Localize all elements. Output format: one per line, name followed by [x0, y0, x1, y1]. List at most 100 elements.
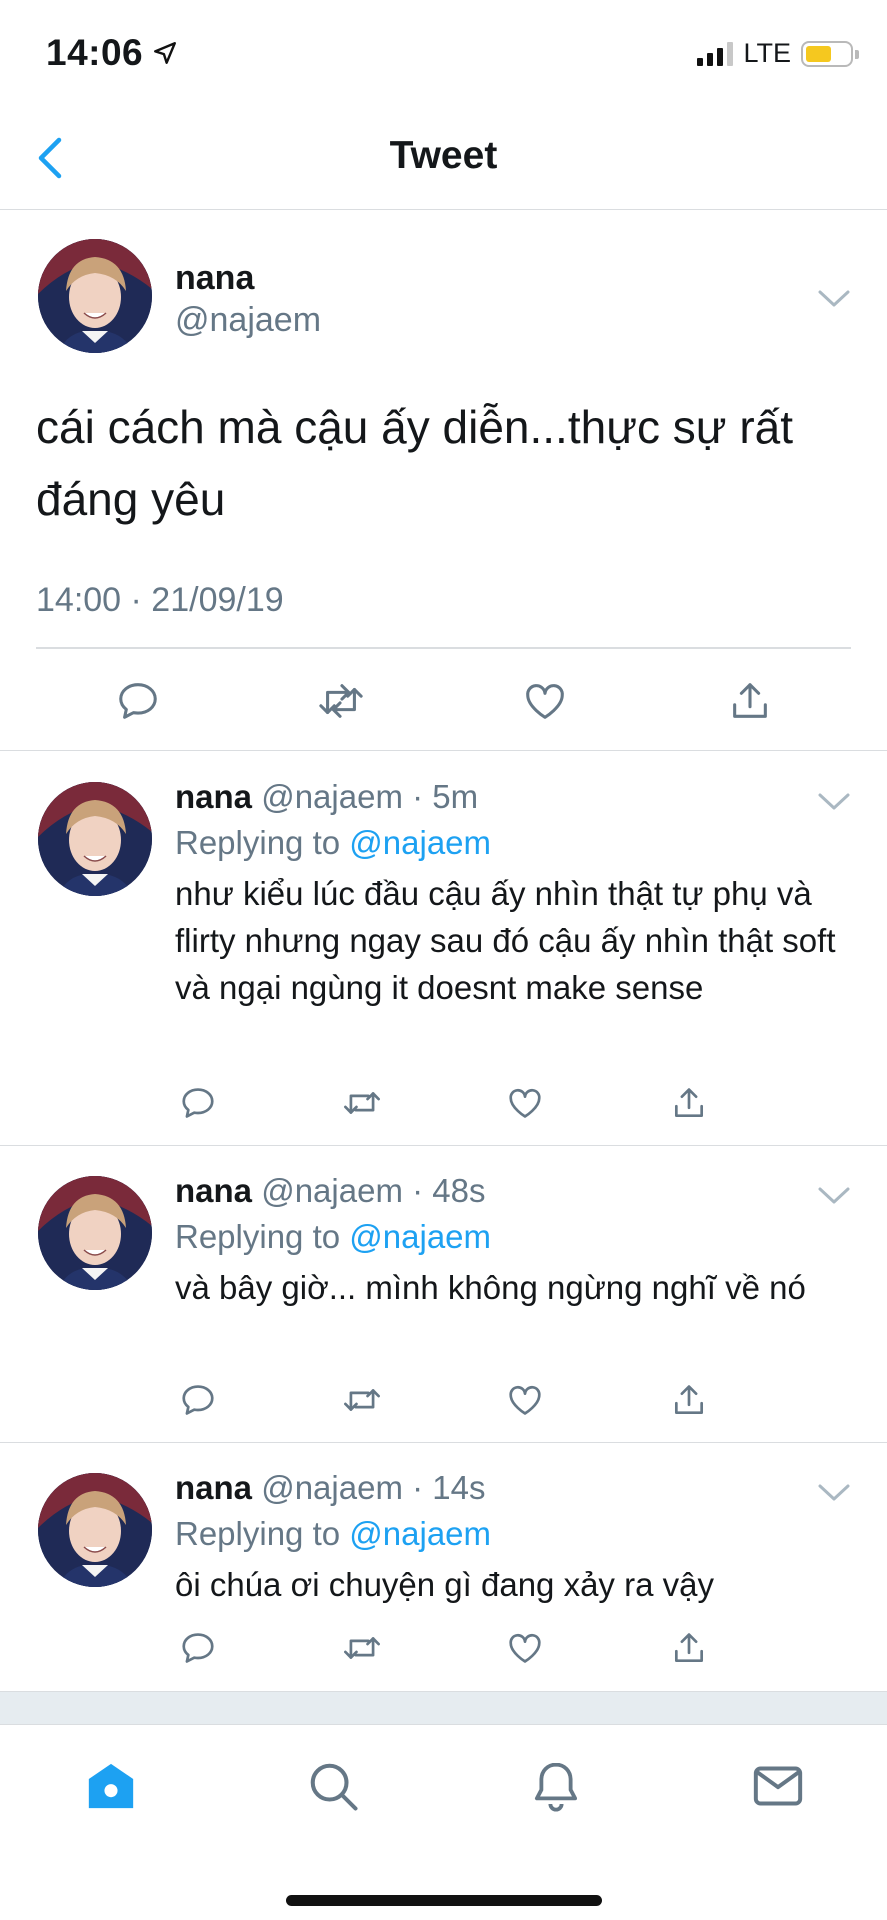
status-indicators: LTE — [697, 38, 859, 69]
mention-link[interactable]: @najaem — [349, 1515, 491, 1552]
comment-icon — [182, 1088, 214, 1118]
reply-tweet[interactable]: nana @najaem · 5m Replying to @najaem nh… — [0, 752, 887, 1146]
reply-button[interactable] — [176, 1375, 220, 1425]
like-button[interactable] — [503, 1078, 547, 1128]
reply-time: 48s — [432, 1172, 486, 1209]
chevron-down-icon[interactable] — [817, 792, 851, 812]
chevron-down-icon[interactable] — [817, 289, 851, 309]
share-icon — [674, 1385, 704, 1415]
share-icon — [674, 1633, 704, 1663]
heart-icon — [526, 684, 564, 719]
network-label: LTE — [743, 38, 791, 68]
replying-to: Replying to @najaem — [175, 1218, 491, 1256]
replying-to: Replying to @najaem — [175, 1515, 491, 1553]
heart-icon — [509, 1088, 541, 1118]
author-name[interactable]: nana — [175, 1469, 252, 1506]
chevron-down-icon[interactable] — [817, 1483, 851, 1503]
share-icon — [674, 1088, 704, 1118]
avatar-image — [38, 782, 152, 896]
like-button[interactable] — [503, 1623, 547, 1673]
page-title: Tweet — [389, 134, 498, 177]
retweet-button[interactable] — [338, 1623, 386, 1673]
timeline-gap — [0, 1692, 887, 1724]
retweet-icon — [344, 1637, 380, 1659]
reply-header: nana @najaem · 48s — [175, 1172, 485, 1210]
tab-bar — [0, 1724, 887, 1920]
reply-time: 5m — [432, 778, 479, 815]
replying-to: Replying to @najaem — [175, 824, 491, 862]
avatar[interactable] — [38, 782, 152, 896]
author-name[interactable]: nana — [175, 1172, 252, 1209]
location-arrow-icon — [154, 42, 176, 64]
share-button[interactable] — [722, 671, 778, 731]
reply-actions — [0, 1078, 887, 1128]
reply-text: ôi chúa ơi chuyện gì đang xảy ra vậy — [175, 1566, 714, 1603]
author-name[interactable]: nana — [175, 778, 252, 815]
avatar[interactable] — [38, 239, 152, 353]
reply-button[interactable] — [176, 1623, 220, 1673]
tab-home[interactable] — [76, 1751, 146, 1821]
nav-bar: Tweet — [0, 108, 887, 210]
home-indicator[interactable] — [286, 1895, 602, 1906]
chevron-down-icon[interactable] — [817, 1186, 851, 1206]
heart-icon — [509, 1385, 541, 1415]
home-icon — [88, 1763, 134, 1809]
reply-actions — [0, 1375, 887, 1425]
avatar-image — [38, 239, 152, 353]
avatar[interactable] — [38, 1473, 152, 1587]
comment-icon — [182, 1633, 214, 1663]
reply-time: 14s — [432, 1469, 486, 1506]
retweet-button[interactable] — [338, 1078, 386, 1128]
author-handle[interactable]: @najaem — [261, 1172, 403, 1209]
mention-link[interactable]: @najaem — [349, 1218, 491, 1255]
avatar-image — [38, 1176, 152, 1290]
main-tweet: nana @najaem cái cách mà cậu ấy diễn...t… — [0, 211, 887, 751]
divider — [36, 647, 851, 649]
status-time: 14:06 — [46, 32, 144, 73]
tab-messages[interactable] — [743, 1751, 813, 1821]
bell-icon — [534, 1762, 578, 1812]
comment-icon — [182, 1385, 214, 1415]
battery-icon — [801, 40, 859, 67]
avatar-image — [38, 1473, 152, 1587]
share-button[interactable] — [667, 1375, 711, 1425]
replying-label: Replying to — [175, 1218, 341, 1255]
mail-icon — [753, 1766, 803, 1806]
status-bar: 14:06 LTE — [0, 0, 887, 108]
like-button[interactable] — [517, 671, 573, 731]
reply-button[interactable] — [176, 1078, 220, 1128]
reply-button[interactable] — [110, 671, 166, 731]
retweet-icon — [319, 684, 363, 718]
author-handle[interactable]: @najaem — [261, 778, 403, 815]
tab-notifications[interactable] — [521, 1751, 591, 1821]
dot-separator: · — [402, 1172, 433, 1209]
reply-tweet[interactable]: nana @najaem · 14s Replying to @najaem ô… — [0, 1443, 887, 1692]
replying-label: Replying to — [175, 1515, 341, 1552]
reply-tweet[interactable]: nana @najaem · 48s Replying to @najaem v… — [0, 1146, 887, 1443]
reply-header: nana @najaem · 5m — [175, 778, 478, 816]
signal-icon — [697, 41, 734, 66]
dot-separator: · — [402, 778, 433, 815]
reply-text: như kiểu lúc đầu cậu ấy nhìn thật tự phụ… — [175, 875, 836, 1006]
search-icon — [310, 1763, 358, 1811]
heart-icon — [509, 1633, 541, 1663]
tweet-timestamp[interactable]: 14:00 · 21/09/19 — [36, 581, 284, 620]
author-name[interactable]: nana — [175, 259, 254, 298]
author-handle[interactable]: @najaem — [261, 1469, 403, 1506]
like-button[interactable] — [503, 1375, 547, 1425]
mention-link[interactable]: @najaem — [349, 824, 491, 861]
retweet-button[interactable] — [338, 1375, 386, 1425]
replying-label: Replying to — [175, 824, 341, 861]
avatar[interactable] — [38, 1176, 152, 1290]
dot-separator: · — [402, 1469, 433, 1506]
author-handle[interactable]: @najaem — [175, 301, 321, 340]
reply-text: và bây giờ... mình không ngừng nghĩ về n… — [175, 1269, 806, 1306]
share-button[interactable] — [667, 1078, 711, 1128]
retweet-button[interactable] — [313, 671, 369, 731]
tab-search[interactable] — [298, 1751, 368, 1821]
tweet-text: cái cách mà cậu ấy diễn...thực sự rất đá… — [36, 401, 794, 525]
tweet-actions — [0, 671, 887, 731]
share-button[interactable] — [667, 1623, 711, 1673]
reply-header: nana @najaem · 14s — [175, 1469, 485, 1507]
retweet-icon — [344, 1389, 380, 1411]
